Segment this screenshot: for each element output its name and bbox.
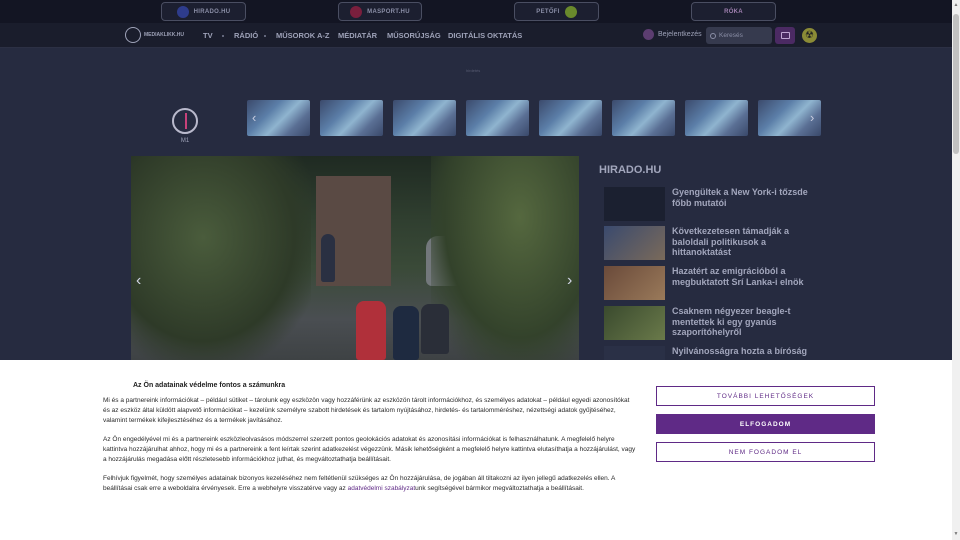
masport-logo-icon	[350, 5, 363, 18]
news-headline: Gyengültek a New York-i tőzsde főbb muta…	[672, 187, 808, 208]
news-headline: Nyilvánosságra hozta a bíróság a	[672, 346, 808, 360]
carousel-thumbnail[interactable]	[393, 100, 456, 136]
privacy-policy-link[interactable]: adatvédelmi szabályzat	[348, 485, 416, 492]
news-headline: Következetesen támadják a baloldali poli…	[672, 226, 790, 257]
cookie-consent-panel: Az Ön adatainak védelme fontos a számunk…	[0, 360, 952, 540]
user-icon	[643, 29, 654, 40]
ad-label: hirdetés	[466, 68, 481, 73]
chat-icon	[780, 32, 790, 39]
m1-logo-icon	[172, 108, 198, 134]
mediaklikk-logo-icon	[125, 27, 141, 43]
nav-item-digitalis-oktatas[interactable]: DIGITÁLIS OKTATÁS	[448, 31, 522, 40]
reject-button[interactable]: NEM FOGADOM EL	[656, 442, 875, 462]
channel-label: M1	[180, 138, 190, 144]
petofi-logo-icon	[564, 5, 577, 18]
news-thumbnail	[604, 346, 665, 360]
consent-title: Az Ön adatainak védelme fontos a számunk…	[133, 382, 286, 389]
nav-item-mediatar[interactable]: MÉDIATÁR	[338, 31, 377, 40]
carousel-thumbnail[interactable]	[539, 100, 602, 136]
hero-person	[356, 301, 386, 360]
news-thumbnail	[604, 266, 665, 300]
brand-link-petofi[interactable]: PETŐFI	[514, 2, 599, 21]
message-button[interactable]	[775, 27, 795, 44]
news-headline: Hazatért az emigrációból a megbuktatott …	[672, 266, 804, 287]
news-thumbnail	[604, 306, 665, 340]
radiation-icon[interactable]: ☢	[802, 28, 817, 43]
side-news-title[interactable]: HIRADO.HU	[599, 164, 661, 176]
carousel-thumbnail[interactable]	[612, 100, 675, 136]
news-headline: Csaknem négyezer beagle-t mentettek ki e…	[672, 306, 791, 337]
hero-prev-arrow-icon[interactable]: ‹	[136, 272, 141, 290]
hero-person	[321, 234, 335, 282]
mediaklikk-logo[interactable]: MEDIAKLIKK.HU	[125, 27, 184, 43]
news-item[interactable]: Következetesen támadják a baloldali poli…	[604, 226, 809, 260]
consent-paragraph-1: Mi és a partnereink információkat – péld…	[103, 397, 630, 425]
consent-p3-text: unk segítségével bármikor megváltoztatha…	[415, 485, 584, 493]
brand-link-masport[interactable]: MASPORT.HU	[338, 2, 422, 21]
hero-image[interactable]	[131, 156, 579, 360]
brand-label: HIRADO.HU	[193, 8, 231, 15]
nav-item-radio[interactable]: RÁDIÓ	[234, 31, 258, 40]
carousel-thumbnail[interactable]	[685, 100, 748, 136]
carousel-next-arrow-icon[interactable]: ›	[810, 110, 814, 125]
hero-person	[421, 304, 449, 354]
news-thumbnail	[604, 187, 665, 221]
brand-bar: HIRADO.HU MASPORT.HU PETŐFI RÓKA	[0, 0, 952, 23]
nav-item-musorok[interactable]: MŰSOROK A-Z	[276, 31, 329, 40]
brand-label: PETŐFI	[536, 8, 560, 15]
channel-m1[interactable]: M1	[172, 108, 198, 146]
carousel-thumbnail[interactable]	[466, 100, 529, 136]
scroll-down-arrow-icon[interactable]: ▼	[953, 531, 959, 537]
nav-item-musorujsag[interactable]: MŰSORÚJSÁG	[387, 31, 441, 40]
hirado-logo-icon	[176, 5, 189, 18]
nav-separator-dot	[264, 35, 266, 37]
news-item[interactable]: Csaknem négyezer beagle-t mentettek ki e…	[604, 306, 809, 340]
accept-button[interactable]: ELFOGADOM	[656, 414, 875, 434]
login-label: Bejelentkezés	[658, 31, 702, 38]
nav-separator-dot	[222, 35, 224, 37]
consent-paragraph-2: Az Ön engedélyével mi és a partnereink e…	[103, 436, 636, 464]
search-input[interactable]	[719, 32, 767, 39]
page-scrollbar[interactable]: ▲ ▼	[952, 0, 960, 540]
news-item[interactable]: Hazatért az emigrációból a megbuktatott …	[604, 266, 809, 300]
brand-link-hirado[interactable]: HIRADO.HU	[161, 2, 246, 21]
news-item[interactable]: Nyilvánosságra hozta a bíróság a	[604, 346, 809, 360]
login-link[interactable]: Bejelentkezés	[643, 29, 702, 40]
carousel-thumbnail[interactable]	[320, 100, 383, 136]
carousel-prev-arrow-icon[interactable]: ‹	[252, 110, 256, 125]
brand-label: RÓKA	[724, 8, 743, 15]
scroll-up-arrow-icon[interactable]: ▲	[953, 2, 959, 8]
search-box	[706, 27, 772, 44]
news-item[interactable]: Gyengültek a New York-i tőzsde főbb muta…	[604, 187, 809, 221]
more-options-button[interactable]: TOVÁBBI LEHETŐSÉGEK	[656, 386, 875, 406]
news-thumbnail	[604, 226, 665, 260]
hero-next-arrow-icon[interactable]: ›	[567, 272, 572, 290]
hero-foliage	[131, 156, 311, 360]
hero-person	[393, 306, 419, 360]
hero-foliage	[431, 156, 579, 360]
search-icon	[710, 32, 716, 39]
brand-link-roka[interactable]: RÓKA	[691, 2, 776, 21]
scrollbar-thumb[interactable]	[953, 14, 959, 154]
carousel-thumbnail[interactable]	[247, 100, 310, 136]
consent-paragraph-3: Felhívjuk figyelmét, hogy személyes adat…	[103, 474, 636, 494]
nav-item-tv[interactable]: TV	[203, 31, 213, 40]
logo-text: MEDIAKLIKK.HU	[144, 32, 184, 38]
main-nav: MEDIAKLIKK.HU TV RÁDIÓ MŰSOROK A-Z MÉDIA…	[0, 23, 952, 48]
brand-label: MASPORT.HU	[367, 8, 410, 15]
